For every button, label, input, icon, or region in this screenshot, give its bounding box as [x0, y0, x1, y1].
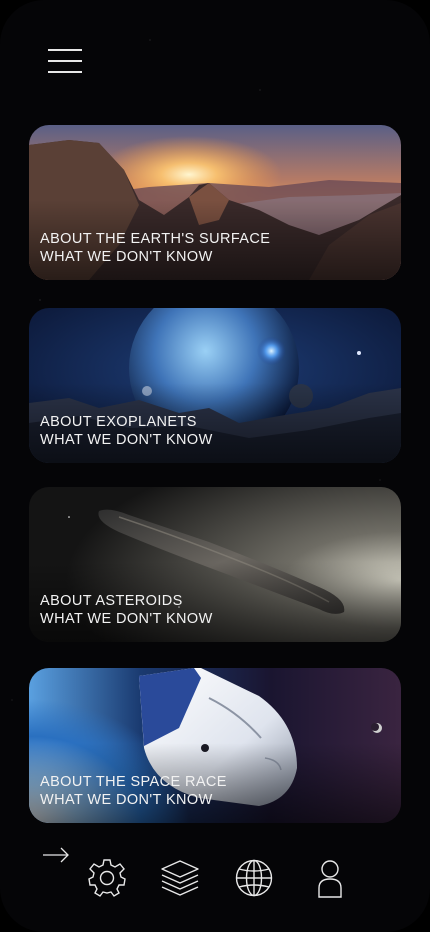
app-screen: ABOUT THE EARTH'S SURFACE WHAT WE DON'T … — [0, 0, 430, 932]
hamburger-menu-icon[interactable] — [48, 48, 82, 74]
card-caption: ABOUT EXOPLANETS WHAT WE DON'T KNOW — [40, 413, 213, 449]
card-subtitle: WHAT WE DON'T KNOW — [40, 249, 213, 265]
layers-icon[interactable] — [160, 858, 200, 898]
card-subtitle: WHAT WE DON'T KNOW — [40, 611, 213, 627]
card-subtitle: WHAT WE DON'T KNOW — [40, 792, 213, 808]
card-subtitle: WHAT WE DON'T KNOW — [40, 432, 213, 448]
card-space-race[interactable]: ABOUT THE SPACE RACE WHAT WE DON'T KNOW — [29, 668, 401, 823]
card-title: ABOUT THE EARTH'S SURFACE — [40, 231, 271, 247]
gear-icon[interactable] — [87, 858, 127, 898]
card-title: ABOUT THE SPACE RACE — [40, 774, 227, 790]
card-caption: ABOUT ASTEROIDS WHAT WE DON'T KNOW — [40, 592, 213, 628]
card-exoplanets[interactable]: ABOUT EXOPLANETS WHAT WE DON'T KNOW — [29, 308, 401, 463]
card-caption: ABOUT THE EARTH'S SURFACE WHAT WE DON'T … — [40, 230, 270, 266]
card-title: ABOUT EXOPLANETS — [40, 414, 197, 430]
globe-icon[interactable] — [234, 858, 274, 898]
user-icon[interactable] — [310, 858, 350, 898]
card-caption: ABOUT THE SPACE RACE WHAT WE DON'T KNOW — [40, 773, 227, 809]
card-asteroids[interactable]: ABOUT ASTEROIDS WHAT WE DON'T KNOW — [29, 487, 401, 642]
card-title: ABOUT ASTEROIDS — [40, 593, 183, 609]
arrow-right-icon[interactable] — [42, 846, 70, 864]
card-earth-surface[interactable]: ABOUT THE EARTH'S SURFACE WHAT WE DON'T … — [29, 125, 401, 280]
